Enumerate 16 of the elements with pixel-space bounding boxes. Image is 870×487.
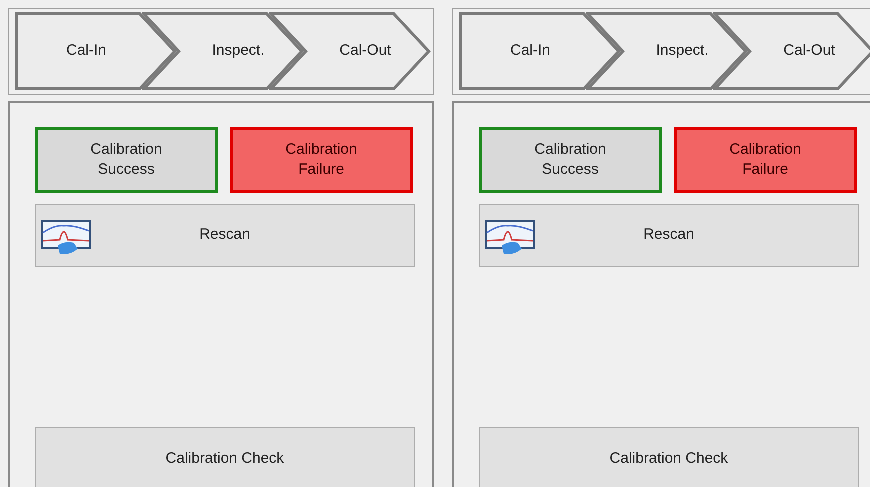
scan-chart-icon — [40, 219, 94, 257]
step-tab[interactable]: Inspect. — [142, 12, 305, 91]
success-button[interactable]: Calibration Success — [35, 127, 218, 193]
step-tab[interactable]: Cal-Out — [269, 12, 432, 91]
calibration-check-button[interactable]: Calibration Check — [479, 427, 859, 487]
step-tab[interactable]: Cal-Out — [713, 12, 870, 91]
rescan-button[interactable]: Rescan — [479, 204, 859, 267]
failure-button[interactable]: Calibration Failure — [230, 127, 413, 193]
step-tab[interactable]: Inspect. — [586, 12, 749, 91]
step-tab[interactable]: Cal-In — [15, 12, 178, 91]
rescan-button[interactable]: Rescan — [35, 204, 415, 267]
scan-chart-icon — [484, 219, 538, 257]
failure-button[interactable]: Calibration Failure — [674, 127, 857, 193]
calibration-check-button[interactable]: Calibration Check — [35, 427, 415, 487]
step-tab[interactable]: Cal-In — [459, 12, 622, 91]
success-button[interactable]: Calibration Success — [479, 127, 662, 193]
